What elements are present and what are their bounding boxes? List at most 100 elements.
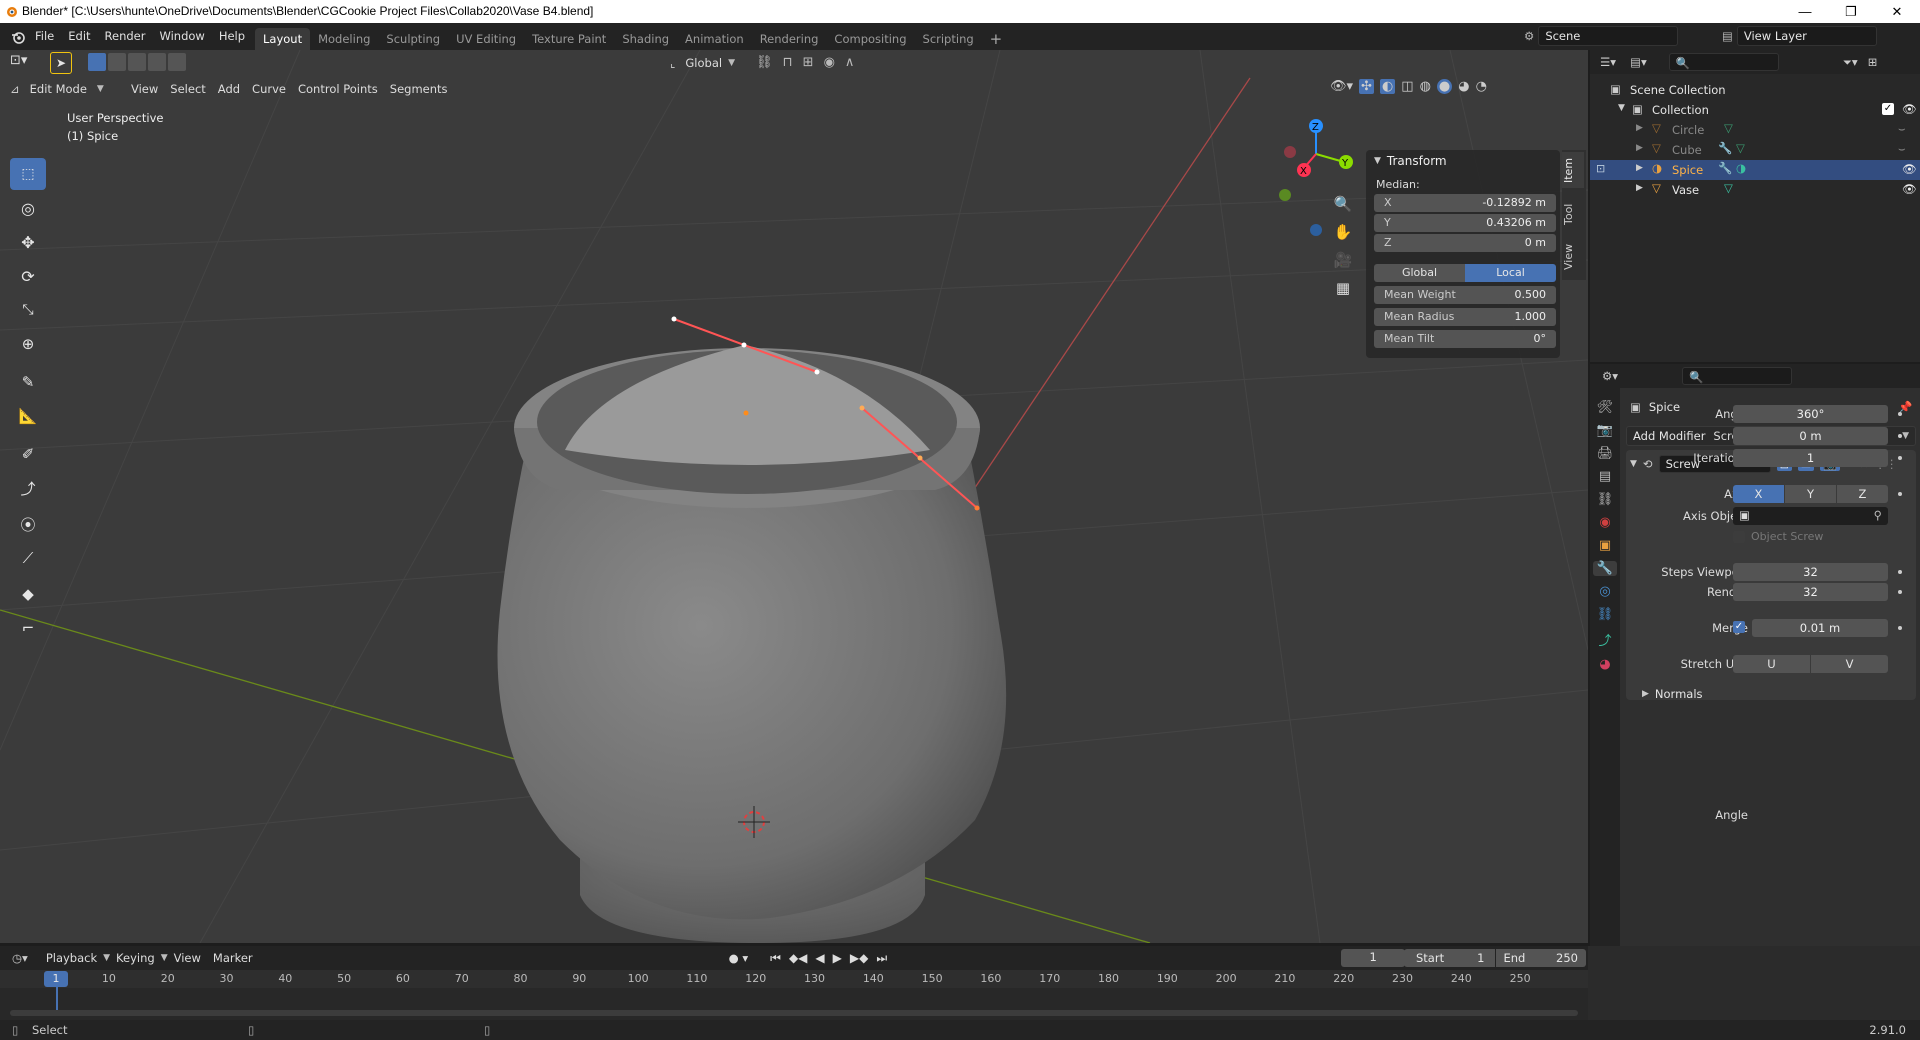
axis-x-button[interactable]: X	[1733, 485, 1784, 503]
tool-scale[interactable]: ⤡	[10, 294, 46, 326]
timeline-scrollbar[interactable]	[10, 1010, 1578, 1016]
mode-dropdown[interactable]: ⊿ Edit Mode ▼	[10, 79, 104, 99]
viewport-menu-curve[interactable]: Curve	[246, 79, 292, 99]
keyframe-dot-icon[interactable]	[1898, 412, 1902, 416]
median-z-field[interactable]: Z 0 m	[1374, 234, 1556, 252]
auto-keying-icon[interactable]: ● ▾	[729, 951, 748, 965]
eye-icon[interactable]: 👁	[1902, 102, 1917, 116]
object-screw-checkbox[interactable]	[1733, 530, 1745, 543]
axis-z-button[interactable]: Z	[1837, 485, 1888, 503]
scene-tab-icon[interactable]: ⛓	[1597, 492, 1614, 507]
tab-texture-paint[interactable]: Texture Paint	[524, 28, 614, 50]
tool-shear[interactable]: ⌐	[10, 612, 46, 644]
snap-increment-icon[interactable]: ⊞	[803, 55, 814, 70]
stretch-v-button[interactable]: V	[1811, 655, 1888, 673]
output-tab-icon[interactable]: 🖨	[1597, 446, 1614, 461]
merge-checkbox[interactable]: ✓	[1733, 621, 1745, 633]
maximize-button[interactable]: ❐	[1828, 0, 1874, 23]
tool-randomize[interactable]: ◆	[10, 578, 46, 610]
select-new-icon[interactable]	[88, 53, 106, 71]
keyframe-dot-icon[interactable]	[1898, 434, 1902, 438]
pivot-point-icon[interactable]: ⛓	[756, 55, 773, 70]
visibility-icon[interactable]: 👁▾	[1330, 79, 1353, 94]
collection-checkbox[interactable]: ✓	[1882, 103, 1894, 115]
object-tab-icon[interactable]: ▣	[1599, 538, 1611, 553]
properties-search-input[interactable]: 🔍	[1682, 367, 1793, 385]
tab-shading[interactable]: Shading	[614, 28, 677, 50]
eye-icon[interactable]: 👁	[1902, 162, 1917, 176]
hidden-eye-icon[interactable]: ⌣	[1898, 121, 1906, 136]
keyframe-dot-icon[interactable]	[1898, 626, 1902, 630]
tool-tab-icon[interactable]: 🛠	[1597, 400, 1614, 415]
material-tab-icon[interactable]: ◕	[1599, 657, 1610, 672]
properties-editor-icon[interactable]: ⚙▾	[1602, 369, 1618, 383]
blender-menu-icon[interactable]	[8, 30, 28, 44]
data-tab-icon[interactable]: ⤴	[1598, 630, 1611, 649]
select-mode-button[interactable]: ➤	[50, 52, 72, 74]
median-x-field[interactable]: X -0.12892 m	[1374, 194, 1556, 212]
close-window-button[interactable]: ✕	[1874, 0, 1920, 23]
expand-arrow-icon[interactable]: ▼	[1618, 103, 1625, 113]
proportional-edit-icon[interactable]: ◉	[824, 55, 835, 70]
screw-field[interactable]: 0 m	[1733, 427, 1888, 445]
current-frame-field[interactable]: 1	[1341, 949, 1406, 967]
axis-y-button[interactable]: Y	[1785, 485, 1836, 503]
menu-render[interactable]: Render	[98, 23, 153, 50]
world-tab-icon[interactable]: ◉	[1599, 515, 1610, 530]
snap-icon[interactable]: ⊓	[783, 55, 793, 70]
xray-icon[interactable]: ◫	[1401, 79, 1413, 94]
tab-uv-editing[interactable]: UV Editing	[448, 28, 524, 50]
collapse-arrow-icon[interactable]: ▼	[1630, 459, 1637, 469]
timeline-menu-keying[interactable]: Keying	[110, 948, 161, 968]
outliner-search-input[interactable]: 🔍	[1668, 53, 1779, 71]
tab-tool[interactable]: Tool	[1562, 198, 1584, 230]
outliner-editor-icon[interactable]: ☰▾	[1600, 55, 1616, 69]
solid-shading-icon[interactable]: ●	[1436, 79, 1453, 94]
outliner-item-spice[interactable]: ⊡ ▶ ◑ Spice 🔧 ◑ 👁	[1590, 160, 1920, 180]
select-intersect-icon[interactable]	[168, 53, 186, 71]
keyframe-dot-icon[interactable]	[1898, 570, 1902, 574]
start-frame-field[interactable]: Start 1	[1404, 949, 1495, 967]
add-workspace-icon[interactable]: +	[982, 28, 1011, 50]
tool-measure[interactable]: 📐	[10, 400, 46, 432]
viewport-menu-add[interactable]: Add	[212, 79, 246, 99]
outliner-item-circle[interactable]: ▶ ▽ Circle ▽ ⌣	[1590, 120, 1920, 140]
timeline-editor-icon[interactable]: ◷▾	[12, 951, 28, 965]
tool-extrude[interactable]: ⤴	[10, 472, 46, 504]
mean-radius-field[interactable]: Mean Radius 1.000	[1374, 308, 1556, 326]
editor-type-button[interactable]: ⊡▾	[10, 53, 27, 68]
menu-file[interactable]: File	[28, 23, 61, 50]
timeline-menu-marker[interactable]: Marker	[207, 948, 259, 968]
select-invert-icon[interactable]	[148, 53, 166, 71]
view-layer-tab-icon[interactable]: ▤	[1599, 469, 1611, 484]
pan-hand-icon[interactable]: ✋	[1334, 223, 1353, 241]
expand-arrow-icon[interactable]: ▶	[1636, 143, 1643, 153]
transform-orientation-dropdown[interactable]: ⌞ Global ▼	[670, 53, 735, 73]
transform-panel-header[interactable]: ▼ Transform	[1374, 154, 1447, 168]
mean-weight-field[interactable]: Mean Weight 0.500	[1374, 286, 1556, 304]
prev-keyframe-icon[interactable]: ◆◀	[789, 951, 807, 965]
expand-arrow-icon[interactable]: ▶	[1636, 183, 1643, 193]
edit-mode-indicator-icon[interactable]: ⊡	[1596, 162, 1605, 175]
tab-modeling[interactable]: Modeling	[310, 28, 378, 50]
physics-tab-icon[interactable]: ◎	[1599, 584, 1610, 599]
modifier-tab-icon[interactable]: 🔧	[1592, 561, 1618, 576]
timeline-ruler[interactable]: 10 20 30 40 50 60 70 80 90 100 110 120 130 140 150 160 1…	[0, 970, 1588, 1020]
tool-rotate[interactable]: ⟳	[10, 260, 46, 292]
playhead-frame-label[interactable]: 1	[44, 971, 68, 987]
tab-layout[interactable]: Layout	[255, 28, 311, 50]
tool-select-box[interactable]: ⬚	[10, 158, 46, 190]
filter-icon[interactable]: ⏷▾	[1843, 55, 1858, 70]
rendered-shading-icon[interactable]: ◔	[1476, 79, 1487, 94]
render-steps-field[interactable]: 32	[1733, 583, 1888, 601]
wireframe-shading-icon[interactable]: ◍	[1420, 79, 1431, 94]
scene-selector[interactable]: ⚙ Scene	[1524, 26, 1679, 46]
tab-item[interactable]: Item	[1562, 152, 1584, 188]
global-toggle-button[interactable]: Global	[1374, 264, 1465, 282]
tab-view[interactable]: View	[1562, 240, 1584, 274]
next-keyframe-icon[interactable]: ▶◆	[850, 951, 868, 965]
menu-edit[interactable]: Edit	[61, 23, 97, 50]
ortho-grid-icon[interactable]: ▦	[1336, 279, 1350, 297]
stretch-u-button[interactable]: U	[1733, 655, 1810, 673]
camera-view-icon[interactable]: 🎥	[1334, 251, 1353, 269]
